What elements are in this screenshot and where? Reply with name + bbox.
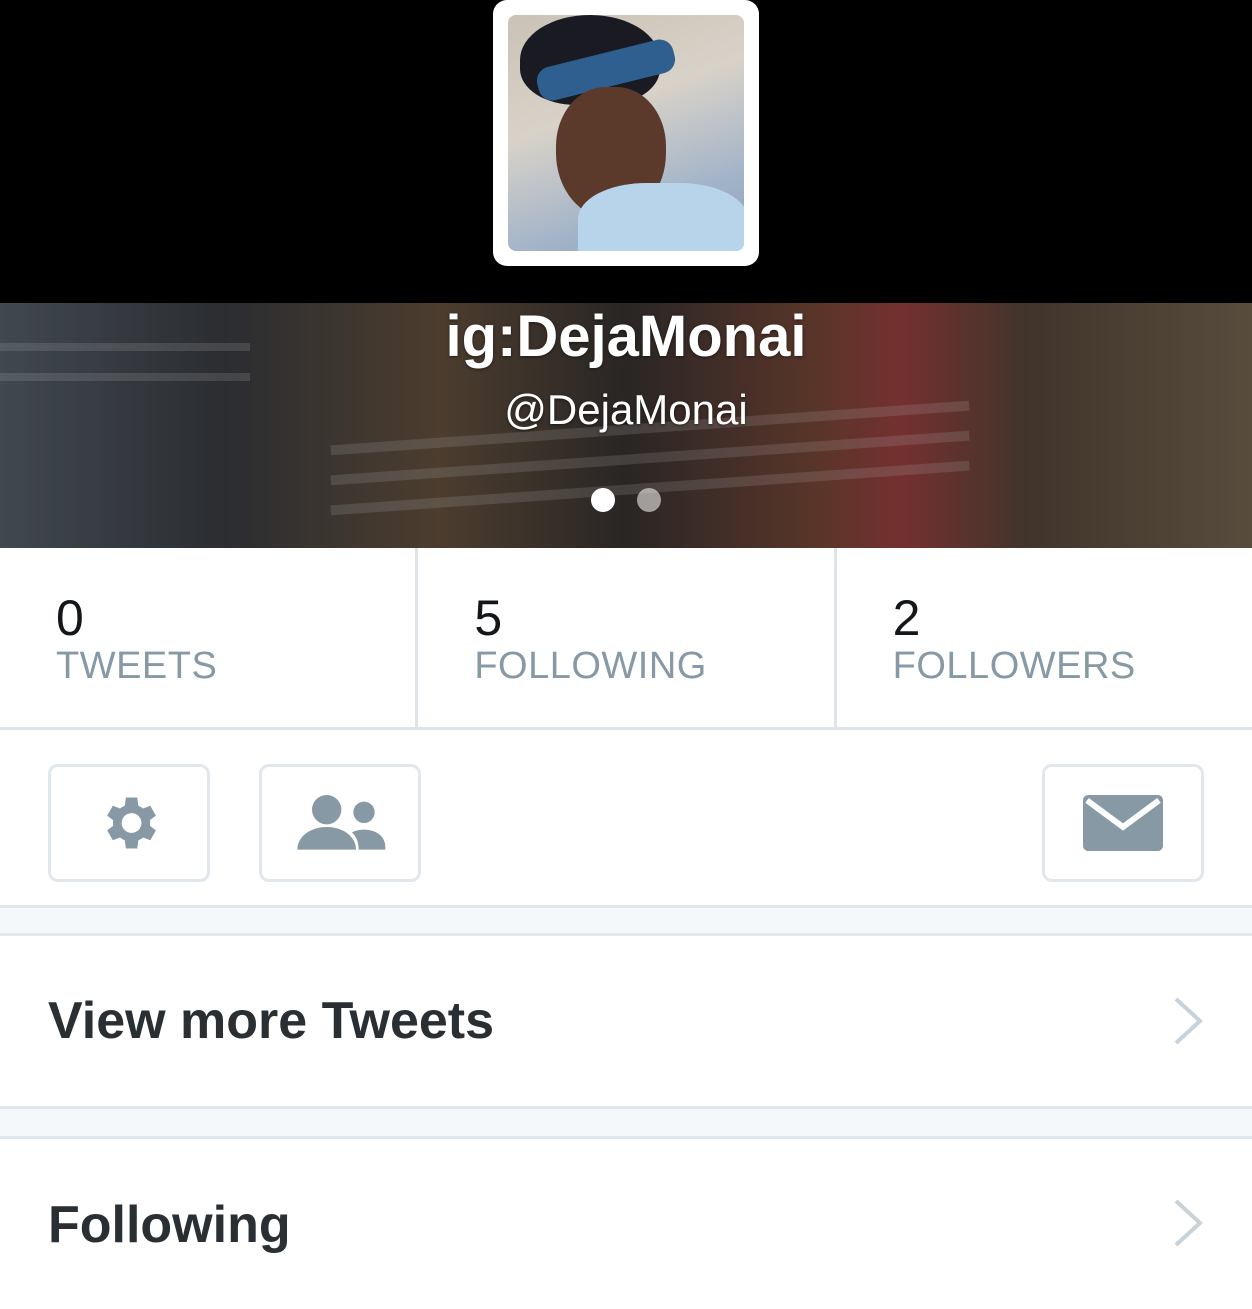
envelope-icon [1083,795,1163,851]
followers-count: 2 [892,590,921,646]
tweets-count: 0 [56,590,84,646]
lists-button[interactable] [259,764,421,882]
avatar-photo [508,15,744,251]
stat-following[interactable]: 5 FOLLOWING [418,548,837,727]
following-label: FOLLOWING [474,645,707,687]
settings-button[interactable] [48,764,210,882]
followers-label: FOLLOWERS [892,645,1136,687]
gear-icon [107,797,156,849]
page-dot-1[interactable] [591,488,615,512]
profile-name: ig:DejaMonai [445,304,807,369]
page-dot-2[interactable] [637,488,661,512]
following-row-label: Following [48,1196,291,1254]
profile-handle: @DejaMonai [504,386,748,433]
section-divider [0,905,1252,936]
stat-tweets[interactable]: 0 TWEETS [0,548,419,727]
view-more-tweets-label: View more Tweets [48,992,495,1050]
people-icon [297,795,386,850]
banner-page-indicator[interactable] [0,488,1252,512]
chevron-right-icon [1174,1199,1203,1247]
profile-actions [0,730,1252,905]
stat-followers[interactable]: 2 FOLLOWERS [837,548,1252,727]
chevron-right-icon [1174,997,1203,1045]
avatar[interactable] [493,0,759,266]
profile-stats: 0 TWEETS 5 FOLLOWING 2 FOLLOWERS [0,548,1252,730]
following-count: 5 [474,590,503,646]
section-divider [0,1106,1252,1139]
following-row[interactable]: Following [0,1139,1252,1309]
tweets-label: TWEETS [56,645,218,687]
message-button[interactable] [1042,764,1204,882]
view-more-tweets-row[interactable]: View more Tweets [0,936,1252,1106]
